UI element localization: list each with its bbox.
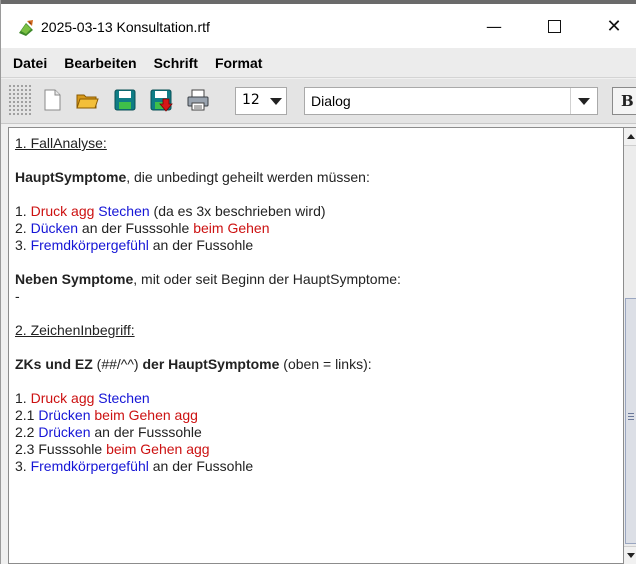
open-folder-icon[interactable] (74, 87, 100, 113)
text-run: (##/^^) (92, 356, 143, 372)
menu-format[interactable]: Format (213, 55, 264, 71)
doc-line: ZKs und EZ (##/^^) der HauptSymptome (ob… (15, 356, 401, 373)
doc-line: 1. Druck agg Stechen (15, 390, 401, 407)
heading-zeicheninbegriff: 2. ZeichenInbegriff: (15, 322, 135, 338)
window-title: 2025-03-13 Konsultation.rtf (41, 19, 210, 35)
document-content: 1. FallAnalyse: HauptSymptome, die unbed… (15, 135, 401, 475)
heading-fallanalyse: 1. FallAnalyse: (15, 135, 107, 151)
text-run: 2.3 Fusssohle (15, 441, 107, 457)
toolbar: 12 Dialog B (1, 79, 636, 124)
doc-line: 1. FallAnalyse: (15, 135, 401, 152)
doc-line: 2.3 Fusssohle beim Gehen agg (15, 441, 401, 458)
text-run-red: beim Gehen agg (106, 441, 210, 457)
scroll-thumb[interactable] (625, 298, 636, 544)
doc-line: 3. Fremdkörpergefühl an der Fussohle (15, 458, 401, 475)
zk-title: ZKs und EZ (15, 356, 93, 372)
font-size-dropdown-icon[interactable] (266, 88, 286, 114)
font-family-dropdown-icon[interactable] (570, 88, 597, 114)
scroll-up-button[interactable] (624, 128, 636, 146)
text-run-blue: Stechen (98, 203, 150, 219)
app-icon (19, 20, 33, 36)
text-run-red: Druck agg (30, 390, 95, 406)
new-document-icon[interactable] (39, 87, 65, 113)
text-run: an der Fusssohle (90, 424, 202, 440)
menu-bar: Datei Bearbeiten Schrift Format (1, 48, 636, 78)
text-run: an der Fusssohle (78, 220, 194, 236)
doc-line-empty (15, 373, 401, 390)
arrow-down-icon (626, 553, 635, 558)
doc-line: HauptSymptome, die unbedingt geheilt wer… (15, 169, 401, 186)
scroll-down-button[interactable] (624, 546, 636, 564)
text-run: 2. (15, 220, 31, 236)
text-run: an der Fussohle (148, 458, 254, 474)
text-run-red: beim Gehen agg (94, 407, 198, 423)
text-run-red: beim Gehen (193, 220, 270, 236)
editor-window: 2025-03-13 Konsultation.rtf — ✕ Datei Be… (0, 0, 636, 564)
text-run-red: Druck agg (30, 203, 95, 219)
text-run-blue: Drücken (38, 424, 91, 440)
neben-title: Neben Symptome (15, 271, 134, 287)
menu-bearbeiten[interactable]: Bearbeiten (62, 55, 138, 71)
text-run: - (15, 288, 20, 304)
doc-line: 3. Fremdkörpergefühl an der Fussohle (15, 237, 401, 254)
text-run-blue: Stechen (98, 390, 150, 406)
menu-datei[interactable]: Datei (11, 55, 49, 71)
grip-icon (628, 416, 634, 417)
toolbar-grip[interactable] (8, 84, 32, 116)
text-run: 2.1 (15, 407, 39, 423)
text-run: 1. (15, 203, 31, 219)
minimize-icon: — (486, 16, 502, 36)
text-run: , die unbedingt geheilt werden müssen: (126, 169, 370, 185)
vertical-scrollbar[interactable] (624, 127, 636, 564)
text-run: 3. (15, 237, 31, 253)
text-editor[interactable]: 1. FallAnalyse: HauptSymptome, die unbed… (8, 127, 624, 564)
doc-line: Neben Symptome, mit oder seit Beginn der… (15, 271, 401, 288)
doc-line: 2. Dücken an der Fusssohle beim Gehen (15, 220, 401, 237)
doc-line-empty (15, 254, 401, 271)
font-size-select[interactable]: 12 (235, 87, 287, 115)
doc-line: 2. ZeichenInbegriff: (15, 322, 401, 339)
text-run: 2.2 (15, 424, 39, 440)
text-run-blue: Dücken (30, 220, 79, 236)
font-size-value: 12 (242, 92, 260, 108)
close-icon: ✕ (606, 15, 622, 37)
font-family-value: Dialog (311, 93, 351, 109)
doc-line-empty (15, 152, 401, 169)
text-run-blue: Drücken (38, 407, 91, 423)
text-run: an der Fussohle (148, 237, 254, 253)
doc-line: 2.1 Drücken beim Gehen agg (15, 407, 401, 424)
close-button[interactable]: ✕ (591, 4, 636, 48)
doc-line-empty (15, 186, 401, 203)
menu-schrift[interactable]: Schrift (152, 55, 200, 71)
text-run: (da es 3x beschrieben wird) (149, 203, 326, 219)
doc-line: - (15, 288, 401, 305)
haupt-title: HauptSymptome (15, 169, 127, 185)
text-run: 3. (15, 458, 31, 474)
doc-line-empty (15, 339, 401, 356)
text-run-bold: der HauptSymptome (142, 356, 280, 372)
text-run: (oben = links): (279, 356, 372, 372)
save-icon[interactable] (112, 87, 138, 113)
arrow-up-icon (626, 134, 635, 139)
print-icon[interactable] (185, 87, 211, 113)
text-run: , mit oder seit Beginn der HauptSymptome… (133, 271, 401, 287)
doc-line: 2.2 Drücken an der Fusssohle (15, 424, 401, 441)
maximize-icon (547, 19, 561, 33)
bold-button[interactable]: B (612, 87, 636, 115)
text-run-blue: Fremdkörpergefühl (30, 237, 149, 253)
doc-line-empty (15, 305, 401, 322)
text-run-blue: Fremdkörpergefühl (30, 458, 149, 474)
doc-line: 1. Druck agg Stechen (da es 3x beschrieb… (15, 203, 401, 220)
font-family-select[interactable]: Dialog (304, 87, 598, 115)
text-run: 1. (15, 390, 31, 406)
maximize-button[interactable] (531, 4, 577, 48)
title-bar[interactable]: 2025-03-13 Konsultation.rtf — ✕ (1, 4, 636, 48)
save-as-icon[interactable] (148, 87, 174, 113)
minimize-button[interactable]: — (471, 4, 517, 48)
